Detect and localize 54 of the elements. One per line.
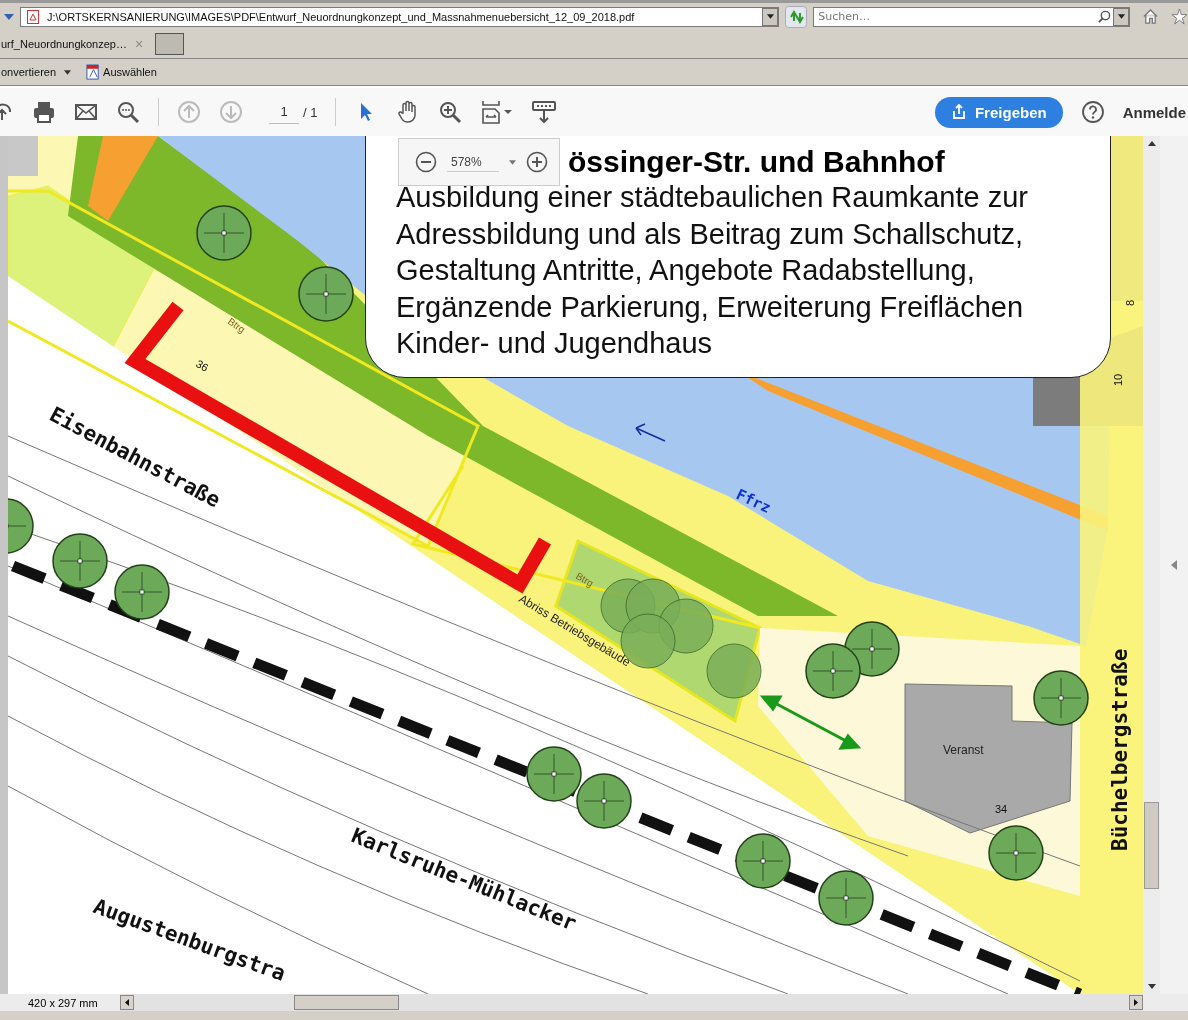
caret-icon[interactable] <box>509 159 516 165</box>
map-label: Btrg <box>225 315 248 336</box>
vertical-scrollbar[interactable] <box>1143 136 1160 994</box>
scroll-thumb[interactable] <box>294 995 399 1010</box>
zoom-out-button[interactable] <box>415 151 437 173</box>
map-label: 34 <box>995 803 1008 815</box>
search-bar[interactable]: Suchen… <box>813 6 1131 27</box>
callout-text: Adressbildung und als Beitrag zum Schallschutz, <box>396 216 1025 252</box>
sign-in-link[interactable]: Anmelde <box>1122 103 1186 121</box>
scroll-down-icon[interactable] <box>1147 984 1156 989</box>
map-label: 8 <box>1124 299 1136 306</box>
caret-icon[interactable] <box>64 69 72 75</box>
document-tab[interactable]: urf_Neuordnungkonzep… × <box>0 33 152 55</box>
page-number-field[interactable]: 1 <box>269 100 299 124</box>
map-label: 10 <box>1112 373 1124 386</box>
dropdown-arrow-icon[interactable] <box>4 13 14 20</box>
document-select-icon <box>86 63 102 81</box>
keyboard-download-icon[interactable] <box>532 100 557 124</box>
map-label: Ffrz <box>733 485 774 517</box>
page-size-label: 420 x 297 mm <box>27 996 99 1009</box>
zoom-in-icon[interactable] <box>438 100 463 124</box>
fit-page-icon[interactable] <box>480 100 515 124</box>
search-icon[interactable] <box>1098 10 1112 23</box>
callout-text: Gestaltung Antritte, Angebote Radabstellung, <box>396 253 976 288</box>
pdf-file-icon <box>26 9 39 24</box>
callout-text: Ergänzende Parkierung, Erweiterung Freiflächen <box>396 289 1025 325</box>
zoom-level-field[interactable]: 578% <box>447 152 499 172</box>
home-icon[interactable] <box>1142 8 1160 25</box>
map-label: Büchelbergstraße <box>1108 648 1132 851</box>
map-label: 36 <box>194 357 211 374</box>
callout-text: Ausbildung einer städtebaulichen Raumkante zur <box>396 180 1029 215</box>
scroll-up-icon[interactable] <box>1147 141 1156 146</box>
page-count: / 1 <box>303 104 318 120</box>
menu-item[interactable]: Auswählen <box>85 63 157 81</box>
share-button[interactable]: Freigeben <box>934 96 1063 128</box>
callout-title: össinger-Str. und Bahnhof <box>568 145 946 179</box>
expand-panel-icon[interactable] <box>1171 560 1177 570</box>
address-field[interactable]: J:\ORTSKERNSANIERUNG\IMAGES\PDF\Entwurf_Neuordnungkonzept_und_Massnahmenuebersicht_12_09_2018.pdf <box>19 6 780 27</box>
scroll-left-icon[interactable] <box>120 995 134 1010</box>
new-tab-button[interactable] <box>155 33 185 55</box>
scroll-thumb[interactable] <box>1144 802 1159 889</box>
map-label: Veranst <box>943 743 984 757</box>
map-label: Btrg <box>574 570 596 589</box>
callout-text: Kinder- und Jugendhaus <box>396 326 713 361</box>
print-icon[interactable] <box>32 100 56 124</box>
horizontal-scrollbar[interactable] <box>120 994 1143 1011</box>
zoom-in-button[interactable] <box>526 151 548 173</box>
refresh-icon[interactable] <box>785 5 808 28</box>
search-icon[interactable] <box>116 100 140 124</box>
scroll-right-icon[interactable] <box>1129 995 1143 1010</box>
help-icon[interactable] <box>1080 100 1105 124</box>
share-icon <box>950 104 967 120</box>
menu-item[interactable]: onvertieren <box>0 66 57 78</box>
star-icon[interactable] <box>1171 8 1188 25</box>
